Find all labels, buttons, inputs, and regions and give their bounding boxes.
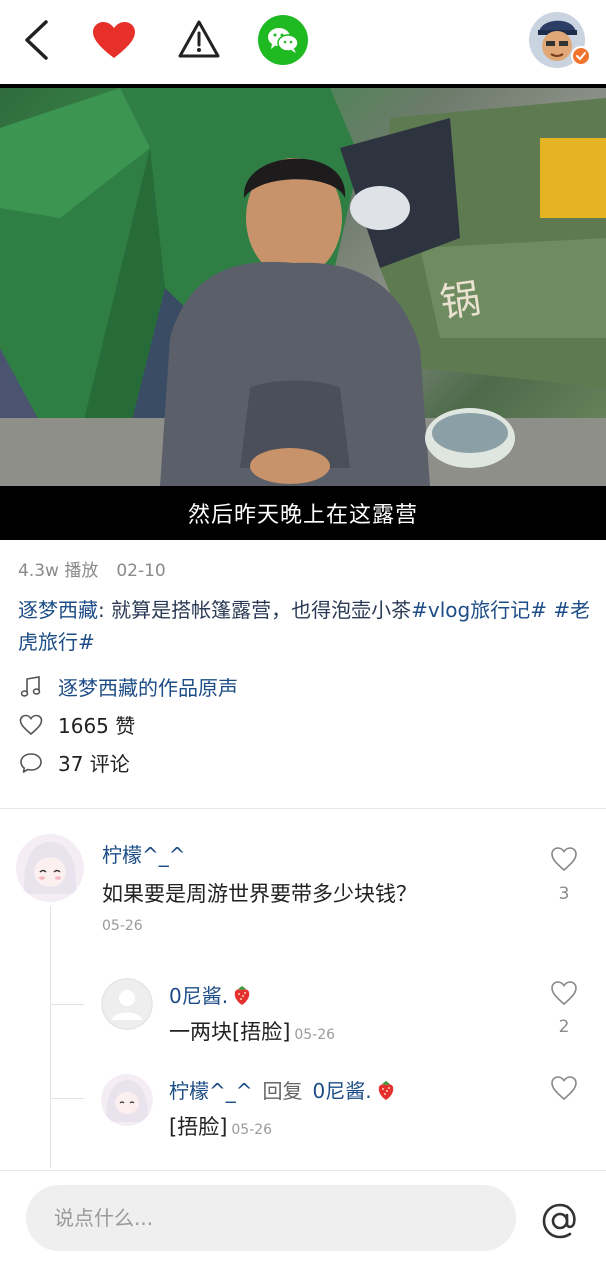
reply-text: 一两块[捂脸] 05-26 (169, 1016, 335, 1046)
reply-date: 05-26 (231, 1122, 273, 1138)
comment-text: 如果要是周游世界要带多少块钱？ (102, 882, 417, 906)
reply-text: [捂脸] 05-26 (169, 1111, 272, 1141)
like-heart-icon[interactable] (88, 16, 140, 64)
comment-like-icon[interactable] (550, 846, 580, 874)
play-count: 4.3w 播放 (18, 561, 99, 581)
original-sound-label: 逐梦西藏的作品原声 (58, 676, 238, 700)
section-divider (0, 808, 606, 809)
reply-to-name[interactable]: 0尼酱. (313, 1079, 372, 1103)
wechat-share-icon[interactable] (258, 15, 308, 65)
caption-tag-vlog[interactable]: #vlog旅行记# (411, 598, 547, 622)
video-meta: 4.3w 播放 02-10 (18, 556, 166, 581)
caption-separator: : (98, 598, 112, 622)
heart-outline-icon (18, 712, 44, 738)
publish-date: 02-10 (116, 561, 166, 581)
commenter-avatar[interactable] (16, 834, 84, 902)
reply-text-content: 一两块[捂脸] (169, 1020, 291, 1044)
reply-text-content: [捂脸] (169, 1115, 228, 1139)
comments-count: 37 评论 (58, 752, 130, 776)
reply-like-icon[interactable] (550, 980, 580, 1008)
likes-row[interactable]: 1665 赞 (18, 710, 135, 739)
reply-author[interactable]: 0尼酱. (169, 980, 253, 1011)
report-warning-icon[interactable] (174, 14, 224, 64)
reply-avatar[interactable] (101, 1074, 153, 1126)
thread-branch (50, 1004, 84, 1005)
top-bar (0, 0, 606, 84)
comment-input[interactable] (26, 1185, 516, 1251)
music-note-icon (18, 674, 44, 700)
caption-author[interactable]: 逐梦西藏 (18, 598, 98, 622)
likes-count: 1665 赞 (58, 714, 136, 738)
thread-branch (50, 1098, 84, 1099)
video-caption: 逐梦西藏: 就算是搭帐篷露营，也得泡壶小茶#vlog旅行记# #老虎旅行# (18, 594, 598, 658)
reply-avatar-default[interactable] (101, 978, 153, 1030)
svg-text:锅: 锅 (438, 277, 484, 326)
reply-author-name: 0尼酱. (169, 984, 229, 1008)
caption-text: 就算是搭帐篷露营，也得泡壶小茶 (111, 598, 412, 622)
reply-author-name: 柠檬^_^ (169, 1079, 253, 1103)
reply-like-icon[interactable] (550, 1075, 580, 1103)
comment-bubble-icon (18, 750, 44, 776)
strawberry-emoji-icon (375, 1079, 397, 1106)
mention-at-icon[interactable] (540, 1201, 580, 1241)
comment-input-bar (0, 1170, 606, 1264)
back-icon[interactable] (14, 16, 58, 64)
reply-date: 05-26 (294, 1027, 336, 1043)
strawberry-emoji-icon (231, 984, 253, 1011)
video-frame: 锅 (0, 88, 606, 486)
video-subtitle-bar: 然后昨天晚上在这露营 (0, 486, 606, 540)
comment-author[interactable]: 柠檬^_^ (102, 839, 186, 868)
author-avatar[interactable] (529, 10, 593, 70)
reply-to-word: 回复 (262, 1079, 303, 1103)
comments-row[interactable]: 37 评论 (18, 748, 130, 777)
thread-line (50, 906, 51, 1168)
video-subtitle: 然后昨天晚上在这露营 (187, 503, 418, 528)
comment-date: 05-26 (102, 918, 143, 934)
reply-author[interactable]: 柠檬^_^ 回复 0尼酱. (169, 1075, 397, 1106)
reply-like-count: 2 (558, 1017, 570, 1037)
video-player[interactable]: 锅 然后昨天晚上在这露营 (0, 84, 606, 540)
comment-like-count: 3 (558, 884, 570, 904)
original-sound-row[interactable]: 逐梦西藏的作品原声 (18, 672, 238, 701)
